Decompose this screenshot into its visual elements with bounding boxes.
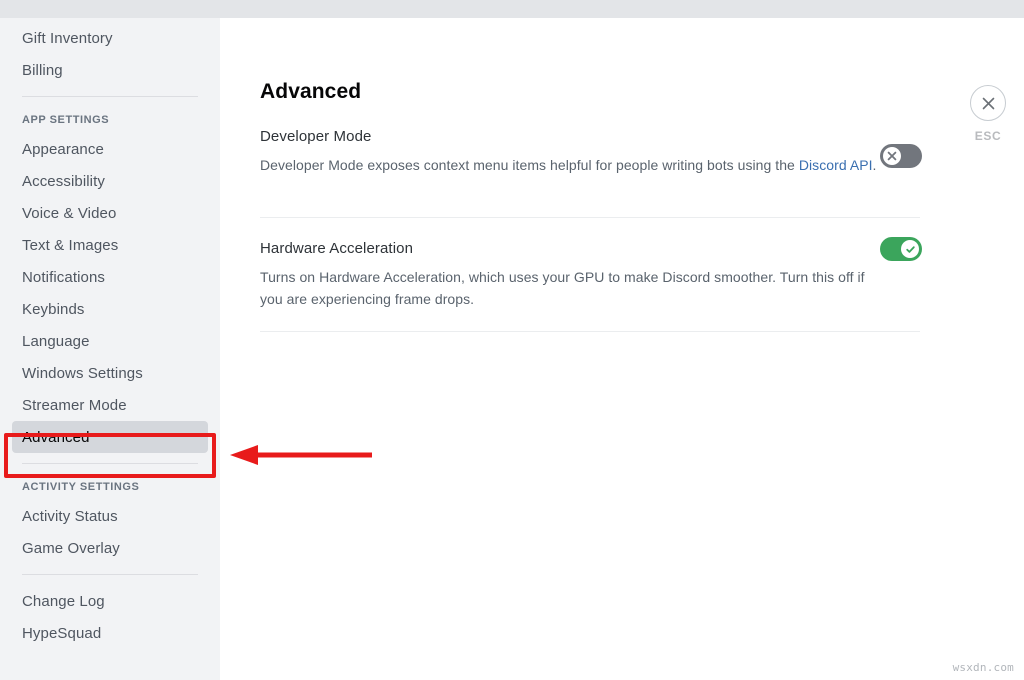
sidebar-item-label: Advanced (22, 429, 90, 446)
page-title: Advanced (260, 80, 361, 104)
sidebar-item-label: Streamer Mode (22, 397, 127, 414)
toggle-hardware-acceleration[interactable] (880, 237, 922, 261)
sidebar-item-windows-settings[interactable]: Windows Settings (12, 357, 208, 389)
setting-description-hardware-acceleration: Turns on Hardware Acceleration, which us… (260, 267, 885, 310)
sidebar-item-gift-inventory[interactable]: Gift Inventory (12, 22, 208, 54)
sidebar-item-keybinds[interactable]: Keybinds (12, 293, 208, 325)
sidebar-item-label: Language (22, 333, 90, 350)
sidebar-divider-1 (22, 96, 198, 97)
sidebar-item-appearance[interactable]: Appearance (12, 133, 208, 165)
sidebar-header-app-settings: APP SETTINGS (12, 107, 208, 133)
sidebar-item-language[interactable]: Language (12, 325, 208, 357)
sidebar-item-accessibility[interactable]: Accessibility (12, 165, 208, 197)
esc-label: ESC (975, 129, 1001, 143)
close-icon (981, 96, 996, 111)
sidebar-divider-3 (22, 574, 198, 575)
toggle-knob (883, 147, 901, 165)
settings-sidebar: Gift Inventory Billing APP SETTINGS Appe… (0, 18, 220, 680)
toggle-developer-mode[interactable] (880, 144, 922, 168)
sidebar-item-label: Appearance (22, 141, 104, 158)
description-text-part-1: Developer Mode exposes context menu item… (260, 157, 799, 173)
section-divider-2 (260, 331, 920, 332)
watermark: wsxdn.com (953, 661, 1014, 674)
sidebar-item-label: Activity Status (22, 508, 118, 525)
setting-hardware-acceleration: Hardware Acceleration Turns on Hardware … (260, 240, 920, 310)
sidebar-item-label: HypeSquad (22, 625, 101, 642)
setting-developer-mode: Developer Mode Developer Mode exposes co… (260, 128, 920, 177)
close-button[interactable] (970, 85, 1006, 121)
sidebar-item-label: Game Overlay (22, 540, 120, 557)
setting-description-developer-mode: Developer Mode exposes context menu item… (260, 155, 885, 177)
setting-label-developer-mode: Developer Mode (260, 128, 371, 145)
sidebar-item-activity-status[interactable]: Activity Status (12, 500, 208, 532)
settings-content-panel: Advanced Developer Mode Developer Mode e… (220, 18, 1024, 680)
sidebar-item-streamer-mode[interactable]: Streamer Mode (12, 389, 208, 421)
sidebar-item-label: Keybinds (22, 301, 85, 318)
close-settings-control: ESC (958, 85, 1018, 143)
description-text-part-2: . (873, 157, 877, 173)
cross-icon (887, 151, 897, 161)
check-icon (905, 244, 916, 255)
sidebar-item-change-log[interactable]: Change Log (12, 585, 208, 617)
sidebar-item-voice-and-video[interactable]: Voice & Video (12, 197, 208, 229)
window-top-bar (0, 0, 1024, 18)
sidebar-item-label: Notifications (22, 269, 105, 286)
sidebar-item-label: Billing (22, 62, 63, 79)
sidebar-item-billing[interactable]: Billing (12, 54, 208, 86)
sidebar-item-label: Accessibility (22, 173, 105, 190)
section-divider-1 (260, 217, 920, 218)
setting-label-hardware-acceleration: Hardware Acceleration (260, 240, 413, 257)
sidebar-item-game-overlay[interactable]: Game Overlay (12, 532, 208, 564)
sidebar-item-hypesquad[interactable]: HypeSquad (12, 617, 208, 649)
sidebar-item-label: Windows Settings (22, 365, 143, 382)
discord-api-link[interactable]: Discord API (799, 157, 873, 173)
sidebar-item-label: Gift Inventory (22, 30, 113, 47)
toggle-knob (901, 240, 919, 258)
sidebar-divider-2 (22, 463, 198, 464)
sidebar-item-label: Text & Images (22, 237, 118, 254)
sidebar-item-notifications[interactable]: Notifications (12, 261, 208, 293)
sidebar-item-text-and-images[interactable]: Text & Images (12, 229, 208, 261)
settings-window: Gift Inventory Billing APP SETTINGS Appe… (0, 0, 1024, 680)
sidebar-item-label: Change Log (22, 593, 105, 610)
sidebar-item-label: Voice & Video (22, 205, 116, 222)
sidebar-item-advanced[interactable]: Advanced (12, 421, 208, 453)
sidebar-header-activity-settings: ACTIVITY SETTINGS (12, 474, 208, 500)
